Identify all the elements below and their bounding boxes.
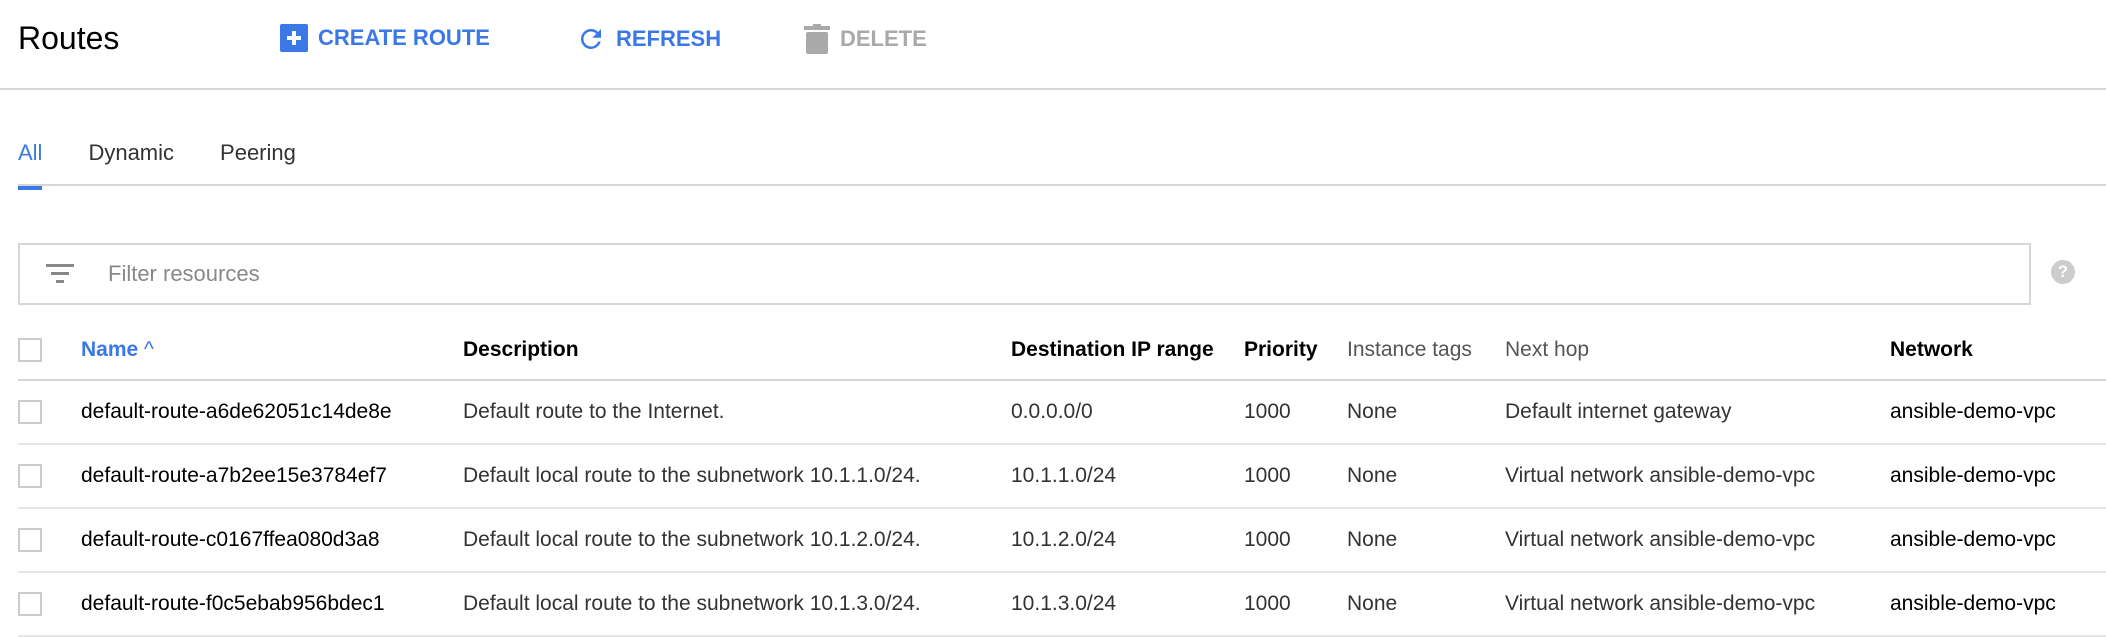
refresh-label: REFRESH [616, 26, 722, 51]
cell-hop: Virtual network ansible-demo-vpc [1505, 508, 1890, 573]
filter-bar [18, 243, 2031, 305]
cell-dest: 10.1.3.0/24 [1011, 572, 1244, 637]
row-checkbox[interactable] [18, 464, 42, 489]
cell-prio: 1000 [1244, 380, 1347, 445]
trash-icon [804, 24, 830, 54]
refresh-icon [580, 28, 601, 49]
column-header-next-hop: Next hop [1505, 320, 1890, 381]
row-checkbox[interactable] [18, 400, 42, 425]
create-route-label: CREATE ROUTE [318, 25, 490, 50]
tabs-divider [18, 184, 2106, 186]
cell-name[interactable]: default-route-a7b2ee15e3784ef7 [81, 444, 463, 509]
table-header-row: Name ^ Description Destination IP range … [18, 320, 2106, 381]
cell-desc: Default local route to the subnetwork 10… [463, 444, 1011, 509]
column-header-network[interactable]: Network [1890, 320, 2106, 381]
column-header-description[interactable]: Description [463, 320, 1011, 381]
table-row: default-route-a6de62051c14de8e Default ro… [18, 380, 2106, 445]
column-header-destination[interactable]: Destination IP range [1011, 320, 1244, 381]
cell-dest: 10.1.1.0/24 [1011, 444, 1244, 509]
routes-table: Name ^ Description Destination IP range … [18, 320, 2106, 637]
column-header-instance-tags: Instance tags [1347, 320, 1505, 381]
page-header: Routes CREATE ROUTE REFRESH DELETE [0, 0, 2106, 90]
row-checkbox[interactable] [18, 528, 42, 553]
cell-tags: None [1347, 508, 1505, 573]
cell-prio: 1000 [1244, 508, 1347, 573]
cell-name[interactable]: default-route-c0167ffea080d3a8 [81, 508, 463, 573]
cell-hop: Default internet gateway [1505, 380, 1890, 445]
cell-desc: Default local route to the subnetwork 10… [463, 508, 1011, 573]
refresh-button[interactable]: REFRESH [576, 24, 721, 54]
cell-net[interactable]: ansible-demo-vpc [1890, 572, 2106, 637]
cell-dest: 0.0.0.0/0 [1011, 380, 1244, 445]
cell-tags: None [1347, 572, 1505, 637]
delete-label: DELETE [840, 26, 927, 51]
tab-dynamic[interactable]: Dynamic [88, 140, 174, 186]
cell-hop: Virtual network ansible-demo-vpc [1505, 444, 1890, 509]
select-all-checkbox[interactable] [18, 337, 42, 362]
cell-prio: 1000 [1244, 444, 1347, 509]
tab-all[interactable]: All [18, 140, 43, 190]
sort-ascending-icon: ^ [144, 337, 154, 361]
cell-tags: None [1347, 444, 1505, 509]
cell-net[interactable]: ansible-demo-vpc [1890, 444, 2106, 509]
column-header-priority[interactable]: Priority [1244, 320, 1347, 381]
route-tabs: All Dynamic Peering [18, 140, 296, 190]
create-route-button[interactable]: CREATE ROUTE [280, 24, 490, 52]
cell-net[interactable]: ansible-demo-vpc [1890, 508, 2106, 573]
help-icon[interactable]: ? [2051, 260, 2075, 284]
cell-net[interactable]: ansible-demo-vpc [1890, 380, 2106, 445]
table-row: default-route-f0c5ebab956bdec1 Default lo… [18, 572, 2106, 637]
cell-desc: Default local route to the subnetwork 10… [463, 572, 1011, 637]
cell-name[interactable]: default-route-a6de62051c14de8e [81, 380, 463, 445]
delete-button[interactable]: DELETE [804, 24, 927, 54]
column-header-name[interactable]: Name ^ [81, 320, 463, 381]
add-box-icon [280, 24, 308, 52]
cell-name[interactable]: default-route-f0c5ebab956bdec1 [81, 572, 463, 637]
row-checkbox[interactable] [18, 592, 42, 617]
cell-hop: Virtual network ansible-demo-vpc [1505, 572, 1890, 637]
cell-desc: Default route to the Internet. [463, 380, 1011, 445]
tab-peering[interactable]: Peering [220, 140, 296, 186]
cell-prio: 1000 [1244, 572, 1347, 637]
page-title: Routes [18, 20, 120, 56]
cell-dest: 10.1.2.0/24 [1011, 508, 1244, 573]
filter-icon [46, 264, 74, 283]
table-row: default-route-a7b2ee15e3784ef7 Default lo… [18, 444, 2106, 509]
table-row: default-route-c0167ffea080d3a8 Default lo… [18, 508, 2106, 573]
cell-tags: None [1347, 380, 1505, 445]
filter-input[interactable] [108, 261, 1908, 287]
